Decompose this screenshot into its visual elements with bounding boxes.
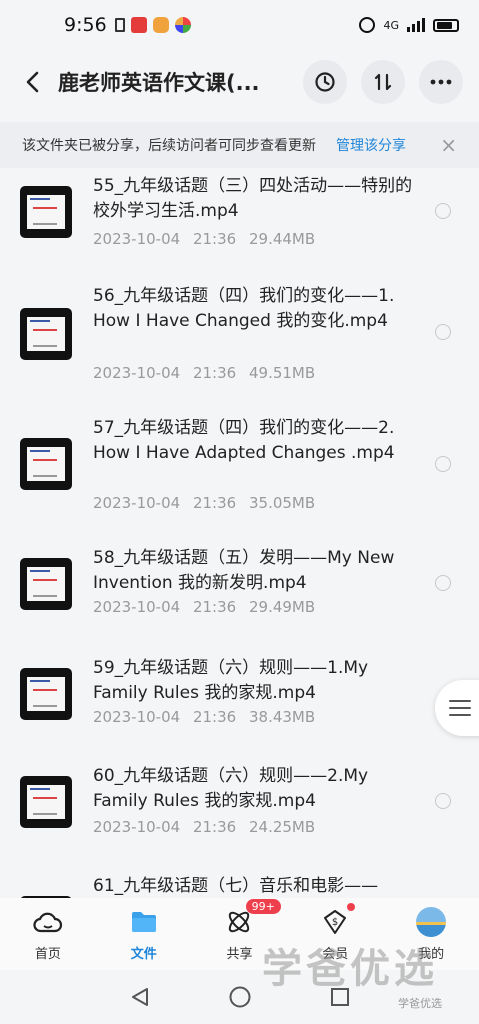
battery-icon: [433, 18, 459, 32]
file-date: 2023-10-04: [93, 364, 181, 382]
file-meta: 2023-10-04 21:36 29.44MB: [93, 230, 315, 248]
page-title: 鹿老师英语作文课(...: [58, 71, 260, 95]
cloud-home-icon: [33, 907, 63, 937]
list-item[interactable]: 58_九年级话题（五）发明——My New Invention 我的新发明.mp…: [0, 538, 479, 650]
title-bar: 鹿老师英语作文课(...: [0, 50, 479, 114]
video-thumbnail: [20, 438, 72, 490]
file-date: 2023-10-04: [93, 230, 181, 248]
more-dots-icon: [430, 79, 452, 85]
vip-dollar-icon: $: [320, 907, 350, 937]
select-radio[interactable]: [435, 456, 451, 472]
status-right: 4G: [359, 17, 459, 33]
browser-notification-icon: [174, 17, 191, 33]
folder-icon: [129, 907, 159, 937]
list-item[interactable]: 55_九年级话题（三）四处活动——特别的校外学习生活.mp4 2023-10-0…: [0, 168, 479, 278]
nav-back-triangle-icon[interactable]: [129, 986, 151, 1008]
select-radio[interactable]: [435, 793, 451, 809]
status-notification-icons: [114, 17, 191, 33]
video-thumbnail: [20, 558, 72, 610]
file-list: 55_九年级话题（三）四处活动——特别的校外学习生活.mp4 2023-10-0…: [0, 168, 479, 898]
nav-home[interactable]: 首页: [0, 907, 96, 962]
share-banner: 该文件夹已被分享，后续访问者可同步查看更新 管理该分享 ×: [0, 122, 479, 168]
video-thumbnail: [20, 776, 72, 828]
banner-close-icon[interactable]: ×: [440, 133, 457, 157]
nav-share-label: 共享: [226, 946, 253, 962]
select-radio[interactable]: [435, 324, 451, 340]
file-name: 56_九年级话题（四）我们的变化——1. How I Have Changed …: [93, 286, 395, 331]
list-item[interactable]: 56_九年级话题（四）我们的变化——1. How I Have Changed …: [0, 278, 479, 406]
network-label: 4G: [383, 18, 399, 32]
file-meta: 2023-10-04 21:36 38.43MB: [93, 708, 315, 726]
avatar: [416, 906, 447, 937]
more-button[interactable]: [419, 60, 463, 104]
signal-icon: [407, 18, 425, 32]
file-meta: 2023-10-04 21:36 24.25MB: [93, 818, 315, 836]
file-time: 21:36: [192, 598, 237, 616]
status-bar: 9:56 4G: [0, 0, 479, 50]
file-date: 2023-10-04: [93, 598, 181, 616]
file-name: 55_九年级话题（三）四处活动——特别的校外学习生活.mp4: [93, 176, 413, 221]
svg-text:$: $: [332, 917, 338, 928]
nav-home-circle-icon[interactable]: [228, 985, 252, 1009]
share-badge: 99+: [245, 898, 281, 914]
list-item[interactable]: 61_九年级话题（七）音乐和电影——: [0, 868, 479, 898]
history-button[interactable]: [303, 60, 347, 104]
file-date: 2023-10-04: [93, 494, 181, 512]
file-name: 58_九年级话题（五）发明——My New Invention 我的新发明.mp…: [93, 548, 395, 593]
file-size: 24.25MB: [248, 818, 316, 836]
message-notification-icon: [152, 17, 169, 33]
status-time: 9:56: [64, 14, 107, 36]
system-nav-bar: [0, 970, 479, 1024]
select-radio[interactable]: [435, 575, 451, 591]
file-name: 57_九年级话题（四）我们的变化——2. How I Have Adapted …: [93, 418, 395, 463]
hourglass-icon: [114, 18, 125, 32]
nav-home-label: 首页: [34, 946, 61, 962]
file-time: 21:36: [192, 230, 237, 248]
sort-button[interactable]: [361, 60, 405, 104]
manage-share-link[interactable]: 管理该分享: [336, 135, 406, 155]
nav-files[interactable]: 文件: [96, 907, 192, 962]
file-time: 21:36: [192, 708, 237, 726]
file-meta: 2023-10-04 21:36 29.49MB: [93, 598, 315, 616]
file-date: 2023-10-04: [93, 818, 181, 836]
file-size: 29.49MB: [248, 598, 316, 616]
sort-icon: [374, 73, 392, 91]
list-item[interactable]: 60_九年级话题（六）规则——2.My Family Rules 我的家规.mp…: [0, 756, 479, 868]
file-name: 60_九年级话题（六）规则——2.My Family Rules 我的家规.mp…: [93, 766, 369, 811]
app-notification-icon: [130, 17, 147, 33]
video-thumbnail: [20, 668, 72, 720]
share-banner-text: 该文件夹已被分享，后续访问者可同步查看更新: [22, 138, 316, 154]
file-meta: 2023-10-04 21:36 35.05MB: [93, 494, 315, 512]
file-size: 35.05MB: [248, 494, 316, 512]
file-time: 21:36: [192, 364, 237, 382]
video-thumbnail: [20, 308, 72, 360]
file-size: 29.44MB: [248, 230, 316, 248]
list-item[interactable]: 57_九年级话题（四）我们的变化——2. How I Have Adapted …: [0, 408, 479, 536]
alarm-icon: [359, 17, 376, 33]
clock-history-icon: [315, 72, 335, 92]
file-name: 61_九年级话题（七）音乐和电影——: [93, 876, 379, 896]
nav-recents-square-icon[interactable]: [329, 986, 351, 1008]
file-size: 38.43MB: [248, 708, 316, 726]
video-thumbnail: [20, 186, 72, 238]
nav-files-label: 文件: [130, 946, 157, 962]
file-time: 21:36: [192, 818, 237, 836]
menu-lines-icon: [449, 700, 471, 716]
back-button[interactable]: [16, 66, 48, 98]
file-name: 59_九年级话题（六）规则——1.My Family Rules 我的家规.mp…: [93, 658, 369, 703]
select-radio[interactable]: [435, 203, 451, 219]
file-meta: 2023-10-04 21:36 49.51MB: [93, 364, 315, 382]
file-size: 49.51MB: [248, 364, 316, 382]
vip-dot: [347, 902, 356, 911]
file-time: 21:36: [192, 494, 237, 512]
list-item[interactable]: 59_九年级话题（六）规则——1.My Family Rules 我的家规.mp…: [0, 648, 479, 758]
chevron-left-icon: [26, 71, 39, 93]
file-date: 2023-10-04: [93, 708, 181, 726]
